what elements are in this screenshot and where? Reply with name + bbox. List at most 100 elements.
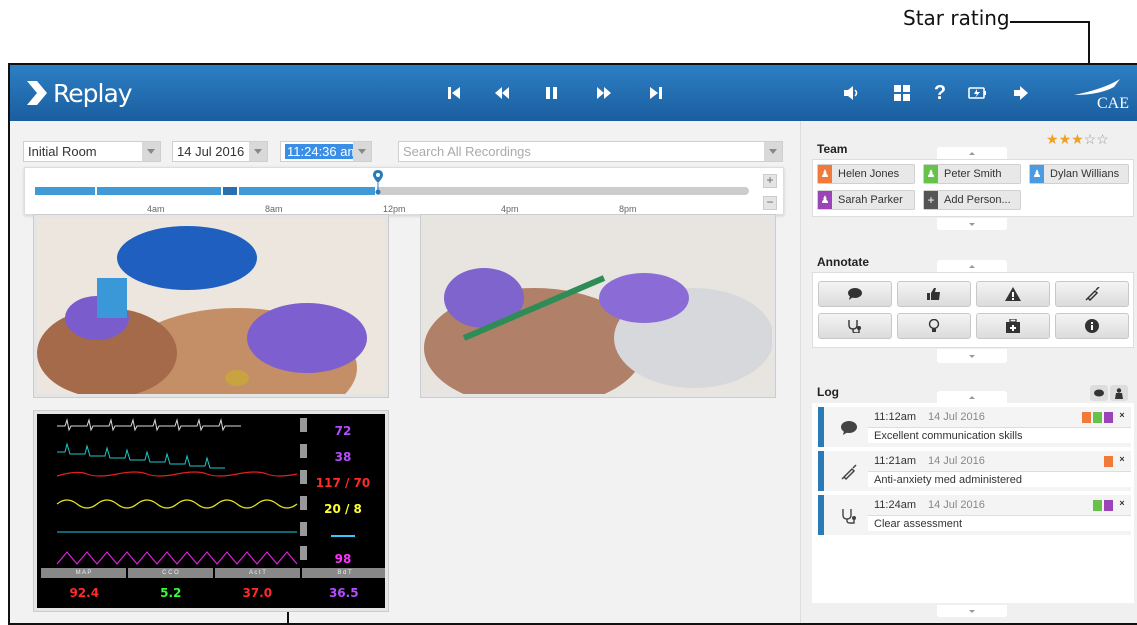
team-member-dylan[interactable]: ♟ Dylan Willians <box>1029 164 1129 184</box>
log-entry-time: 11:21am <box>874 455 916 467</box>
timeline[interactable]: 4am 8am 12pm 4pm 8pm + − <box>24 167 784 215</box>
video-feed-1[interactable] <box>34 215 388 397</box>
time-select-value: 11:24:36 am <box>285 144 361 159</box>
date-select[interactable]: 14 Jul 2016 <box>172 141 268 162</box>
annotate-assessment-button[interactable] <box>818 313 892 339</box>
info-icon <box>1085 319 1099 333</box>
chevron-down-icon[interactable] <box>764 142 782 161</box>
timeline-tick: 8am <box>265 204 283 214</box>
rewind-button[interactable] <box>490 81 514 105</box>
annotate-medication-button[interactable] <box>1055 281 1129 307</box>
volume-button[interactable] <box>840 81 864 105</box>
chevron-down-icon[interactable] <box>142 142 160 161</box>
log-entry-time: 11:24am <box>874 499 916 511</box>
log-entry-date: 14 Jul 2016 <box>928 411 985 423</box>
plus-icon: + <box>924 191 938 209</box>
timeline-segment[interactable] <box>97 187 223 195</box>
timeline-segment[interactable] <box>239 187 377 195</box>
help-icon: ? <box>933 81 947 104</box>
chevron-down-icon[interactable] <box>353 142 371 161</box>
stethoscope-icon <box>842 509 856 524</box>
zoom-in-button[interactable]: + <box>763 174 777 188</box>
video-image-resuscitation <box>37 218 385 394</box>
team-scroll-down[interactable] <box>937 218 1007 230</box>
log-filter-person-button[interactable] <box>1110 385 1128 401</box>
stethoscope-icon <box>848 320 861 333</box>
log-scroll-down[interactable] <box>937 605 1007 617</box>
annotate-info-button[interactable] <box>1055 313 1129 339</box>
thumbs-up-icon <box>927 288 940 300</box>
timeline-track[interactable] <box>35 187 749 195</box>
patient-monitor-feed[interactable]: 72 38 117 / 70 20 / 8 98 M A P C C O A c… <box>34 411 388 611</box>
star-filled-icon[interactable]: ★ <box>1071 131 1084 147</box>
annotate-comment-button[interactable] <box>818 281 892 307</box>
star-empty-icon[interactable]: ☆ <box>1096 131 1109 147</box>
delete-log-entry-button[interactable]: × <box>1117 454 1127 466</box>
annotate-scroll-up[interactable] <box>937 260 1007 272</box>
search-recordings-input[interactable]: Search All Recordings <box>398 141 783 162</box>
log-entry[interactable]: 11:24am 14 Jul 2016 × Clear assessment <box>818 495 1131 535</box>
fast-forward-button[interactable] <box>592 81 616 105</box>
timeline-segment[interactable] <box>223 187 239 195</box>
monitor-value-bp: 117 / 70 <box>315 476 371 490</box>
video-feed-2[interactable] <box>421 215 775 397</box>
annotate-medical-kit-button[interactable] <box>976 313 1050 339</box>
chevron-down-icon[interactable] <box>249 142 267 161</box>
team-heading: Team <box>817 142 848 156</box>
annotate-warning-button[interactable] <box>976 281 1050 307</box>
monitor-label: A c t T <box>215 568 300 578</box>
log-entry[interactable]: 11:12am 14 Jul 2016 × Excellent communic… <box>818 407 1131 447</box>
help-button[interactable]: ? <box>928 81 952 105</box>
add-person-button[interactable]: + Add Person... <box>923 190 1021 210</box>
app-logo[interactable]: Replay <box>27 78 133 108</box>
timeline-segment[interactable] <box>35 187 97 195</box>
monitor-bottom-value: 36.5 <box>328 586 359 600</box>
log-entry-message: Excellent communication skills <box>868 427 1131 443</box>
time-select[interactable]: 11:24:36 am <box>280 141 372 162</box>
callout-line <box>287 612 289 625</box>
skip-end-icon <box>650 87 662 99</box>
log-scroll-up[interactable] <box>937 391 1007 403</box>
log-filter-comments-button[interactable] <box>1090 385 1108 401</box>
person-icon: ♟ <box>818 191 832 209</box>
star-filled-icon[interactable]: ★ <box>1059 131 1072 147</box>
team-member-name: Sarah Parker <box>838 194 903 206</box>
person-badge-icon <box>1082 412 1091 423</box>
person-badge-icon <box>1093 412 1102 423</box>
team-member-peter[interactable]: ♟ Peter Smith <box>923 164 1021 184</box>
top-bar: Replay ? CAE <box>10 65 1137 121</box>
layout-button[interactable] <box>890 81 914 105</box>
team-member-helen[interactable]: ♟ Helen Jones <box>817 164 915 184</box>
delete-log-entry-button[interactable]: × <box>1117 498 1127 510</box>
exit-button[interactable] <box>1010 81 1034 105</box>
team-member-sarah[interactable]: ♟ Sarah Parker <box>817 190 915 210</box>
playhead-marker-icon[interactable] <box>371 169 385 195</box>
log-heading: Log <box>817 385 839 399</box>
log-entry[interactable]: 11:21am 14 Jul 2016 × Anti-anxiety med a… <box>818 451 1131 491</box>
star-empty-icon[interactable]: ☆ <box>1084 131 1097 147</box>
person-badge-icon <box>1104 500 1113 511</box>
speech-icon <box>848 288 862 300</box>
pause-button[interactable] <box>540 81 564 105</box>
delete-log-entry-button[interactable]: × <box>1117 410 1127 422</box>
add-person-label: Add Person... <box>944 194 1011 206</box>
skip-start-icon <box>448 87 460 99</box>
rewind-icon <box>495 87 509 99</box>
skip-to-end-button[interactable] <box>644 81 668 105</box>
star-rating[interactable]: ★★★☆☆ <box>1046 131 1109 148</box>
zoom-out-button[interactable]: − <box>763 196 777 210</box>
battery-icon <box>968 87 986 99</box>
monitor-bottom-value: 92.4 <box>69 586 100 600</box>
monitor-value-pap: 20 / 8 <box>324 502 362 516</box>
annotate-thumbs-up-button[interactable] <box>897 281 971 307</box>
annotate-scroll-down[interactable] <box>937 349 1007 363</box>
team-scroll-up[interactable] <box>937 147 1007 159</box>
star-filled-icon[interactable]: ★ <box>1046 131 1059 147</box>
annotate-idea-button[interactable] <box>897 313 971 339</box>
skip-to-start-button[interactable] <box>442 81 466 105</box>
room-select[interactable]: Initial Room <box>23 141 161 162</box>
monitor-dash <box>331 535 355 537</box>
annotate-heading: Annotate <box>817 255 869 269</box>
volume-icon <box>844 86 858 100</box>
power-button[interactable] <box>966 81 990 105</box>
